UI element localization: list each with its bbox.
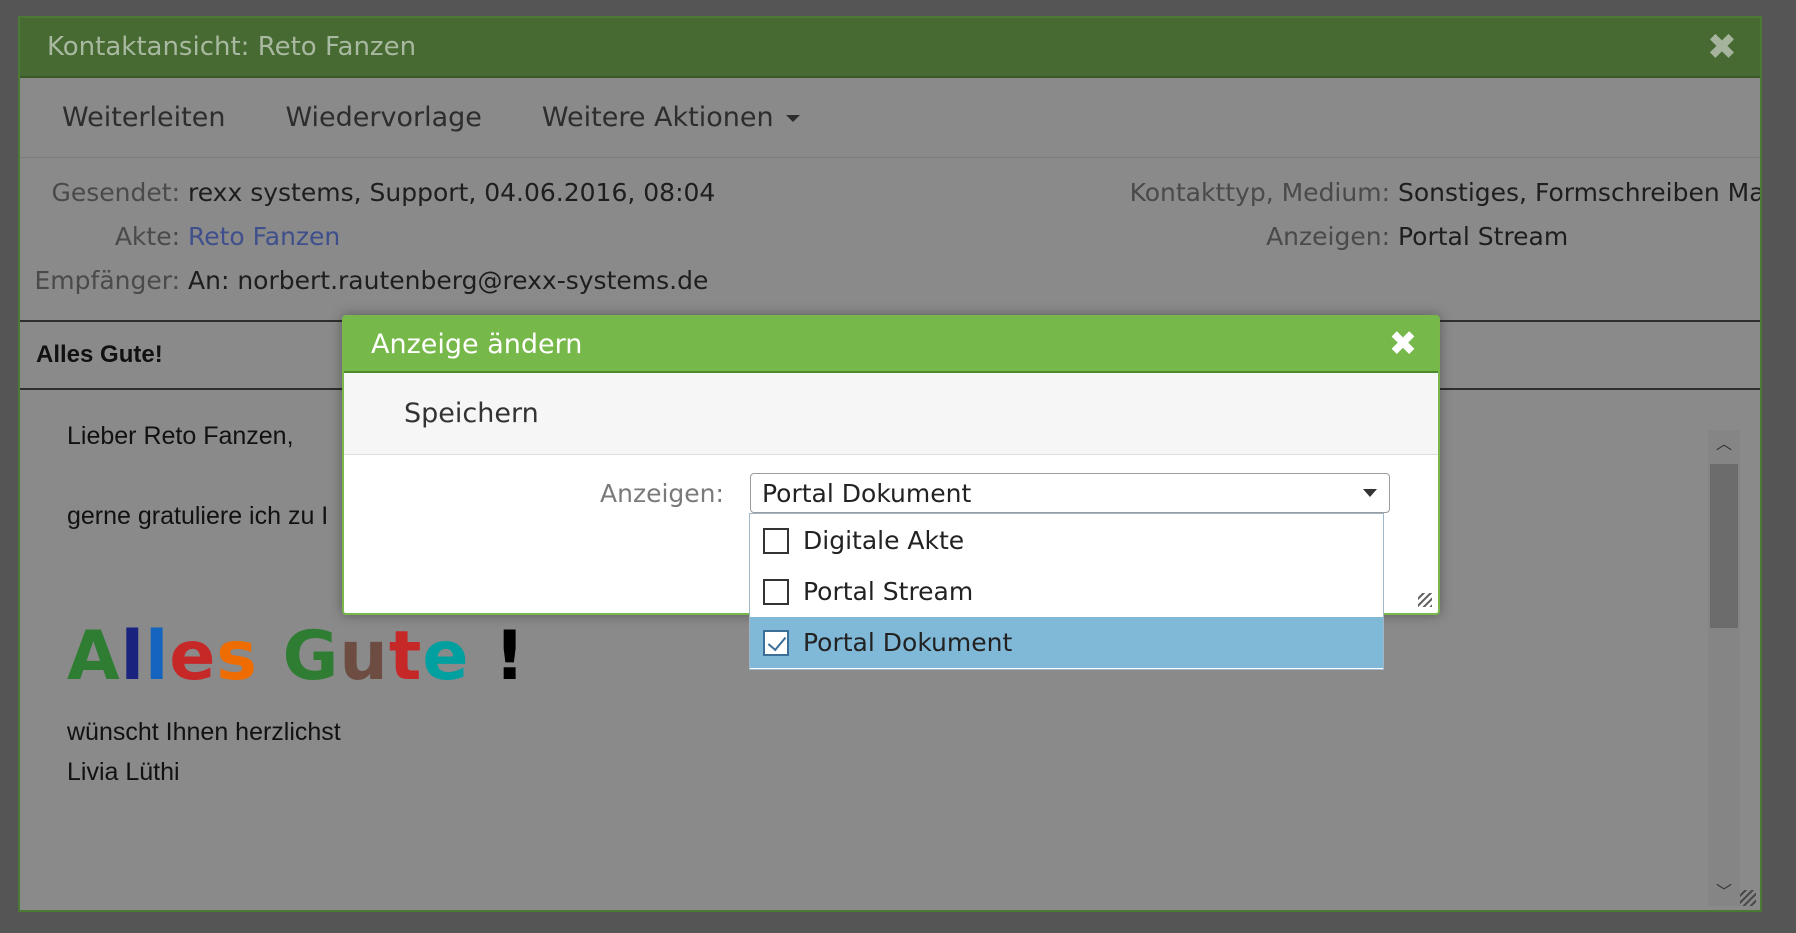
meta-display-value: Portal Stream: [1398, 222, 1569, 251]
greeting-letter: l: [120, 617, 145, 696]
window-title: Kontaktansicht: Reto Fanzen: [47, 32, 417, 62]
greeting-letter: !: [494, 617, 527, 696]
greeting-graphic: Alles Gute !: [67, 617, 526, 696]
forward-button[interactable]: Weiterleiten: [62, 102, 225, 133]
dialog-close-icon[interactable]: ✖: [1386, 327, 1420, 361]
meta-recipient-label: Empfänger:: [34, 266, 181, 295]
display-select-value: Portal Dokument: [762, 478, 972, 508]
window-toolbar: Weiterleiten Wiedervorlage Weitere Aktio…: [20, 78, 1760, 158]
option-portal-dokument[interactable]: Portal Dokument: [750, 617, 1383, 668]
meta-recipient: Empfänger: An: norbert.rautenberg@rexx-sy…: [20, 266, 709, 295]
window-title-bar: Kontaktansicht: Reto Fanzen: [20, 18, 1760, 78]
scroll-thumb[interactable]: [1710, 464, 1738, 628]
dialog-title: Anzeige ändern: [371, 328, 583, 360]
greeting-letter: e: [422, 617, 470, 696]
greeting-letter: l: [144, 617, 170, 696]
option-digitale-akte[interactable]: Digitale Akte: [750, 515, 1383, 566]
more-actions-label: Weitere Aktionen: [541, 102, 774, 133]
greeting-letter: [258, 617, 283, 696]
display-options-list: Digitale Akte Portal Stream Portal Dokum…: [749, 513, 1384, 670]
display-field-label: Anzeigen:: [600, 479, 724, 508]
contact-meta: Gesendet: rexx systems, Support, 04.06.20…: [20, 158, 1760, 322]
meta-sent-value: rexx systems, Support, 04.06.2016, 08:04: [188, 178, 716, 207]
caret-down-icon: [785, 115, 800, 122]
body-line2: wünscht Ihnen herzlichst: [67, 718, 341, 746]
meta-file: Akte: Reto Fanzen: [20, 222, 340, 251]
meta-file-label: Akte:: [114, 222, 180, 251]
meta-contact-type-value: Sonstiges, Formschreiben Mail: [1398, 178, 1762, 207]
body-signature: Livia Lüthi: [67, 758, 180, 786]
meta-sent-label: Gesendet:: [51, 178, 180, 207]
meta-sent: Gesendet: rexx systems, Support, 04.06.20…: [20, 178, 716, 207]
meta-recipient-value: An: norbert.rautenberg@rexx-systems.de: [188, 266, 709, 295]
caret-down-icon: [1363, 489, 1377, 497]
option-label: Portal Stream: [803, 577, 974, 606]
body-scrollbar[interactable]: ︿ ﹀: [1708, 430, 1740, 906]
checkbox-checked-icon[interactable]: [763, 629, 789, 656]
scroll-down-icon[interactable]: ﹀: [1708, 878, 1740, 906]
body-greeting: Lieber Reto Fanzen,: [67, 422, 294, 450]
dialog-title-bar: Anzeige ändern: [344, 317, 1438, 373]
meta-contact-type: Kontakttyp, Medium: Sonstiges, Formschrei…: [1120, 178, 1762, 207]
greeting-letter: G: [282, 617, 340, 696]
more-actions-menu[interactable]: Weitere Aktionen: [542, 102, 800, 133]
greeting-letter: s: [216, 617, 258, 696]
window-close-icon[interactable]: ✖: [1704, 30, 1740, 66]
scroll-up-icon[interactable]: ︿: [1708, 430, 1740, 458]
resubmission-button[interactable]: Wiedervorlage: [285, 102, 481, 133]
greeting-letter: A: [67, 617, 121, 696]
dialog-resize-grip-icon[interactable]: [1418, 593, 1432, 607]
display-select[interactable]: Portal Dokument: [750, 473, 1390, 513]
option-portal-stream[interactable]: Portal Stream: [750, 566, 1383, 617]
body-line1: gerne gratuliere ich zu I: [67, 502, 329, 530]
meta-display-label: Anzeigen:: [1266, 222, 1390, 251]
dialog-toolbar: Speichern: [344, 373, 1438, 455]
greeting-letter: u: [339, 617, 389, 696]
checkbox-icon[interactable]: [763, 578, 789, 605]
greeting-letter: [469, 617, 494, 696]
save-button[interactable]: Speichern: [404, 398, 539, 429]
option-label: Portal Dokument: [803, 628, 1013, 657]
option-label: Digitale Akte: [803, 526, 965, 555]
meta-contact-type-label: Kontakttyp, Medium:: [1129, 178, 1390, 207]
checkbox-icon[interactable]: [763, 527, 789, 554]
greeting-letter: e: [169, 617, 217, 696]
window-resize-grip-icon[interactable]: [1740, 890, 1756, 906]
meta-display: Anzeigen: Portal Stream: [1120, 222, 1568, 251]
meta-file-link[interactable]: Reto Fanzen: [188, 222, 340, 251]
subject-text: Alles Gute!: [36, 341, 163, 368]
greeting-letter: t: [388, 617, 423, 696]
